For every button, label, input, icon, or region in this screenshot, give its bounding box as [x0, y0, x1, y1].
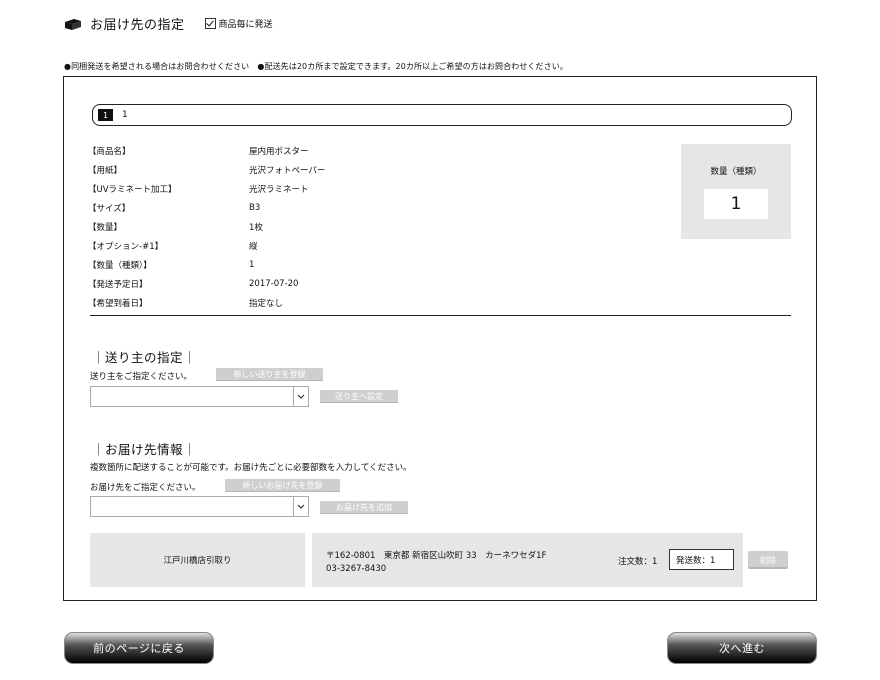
page-title: お届け先の指定 — [90, 18, 185, 33]
delivery-address: 〒162-0801 東京都 新宿区山吹町 33 カーネワセダ1F — [326, 551, 547, 561]
destination-select[interactable] — [90, 496, 309, 517]
detail-value: 1 — [249, 259, 255, 270]
pager-current-page[interactable]: 1 — [98, 109, 113, 121]
chevron-down-icon[interactable] — [293, 497, 308, 516]
pickup-location: 江戸川橋店引取り — [90, 533, 305, 587]
quantity-types-box: 数量（種類） 1 — [681, 144, 791, 239]
product-details: 【商品名】 屋内用ポスター 【用紙】 光沢フォトペーパー 【UVラミネート加工】 光沢… — [88, 141, 325, 312]
detail-label: 【発送予定日】 — [88, 279, 148, 290]
detail-value: 光沢ラミネート — [249, 184, 309, 195]
detail-row: 【発送予定日】 2017-07-20 — [88, 274, 325, 293]
register-sender-button[interactable]: 新しい送り主を登録 — [216, 368, 323, 381]
ship-each-label: 商品毎に発送 — [218, 20, 273, 30]
detail-value: 屋内用ポスター — [249, 146, 309, 157]
delivery-phone: 03-3267-8430 — [326, 564, 387, 574]
ship-each-checkbox[interactable] — [204, 18, 216, 29]
order-quantity: 注文数：1 — [618, 557, 658, 567]
detail-label: 【商品名】 — [88, 146, 131, 157]
detail-value: 1枚 — [249, 222, 263, 233]
detail-label: 【オプション-#1】 — [88, 241, 164, 252]
delete-destination-button[interactable]: 削除 — [748, 551, 788, 569]
box-icon — [64, 18, 82, 30]
shipping-notice: ●同梱発送を希望される場合はお問合わせください ●配送先は20カ所まで設定できま… — [64, 62, 568, 71]
detail-row: 【商品名】 屋内用ポスター — [88, 141, 325, 160]
destination-description: 複数箇所に配送することが可能です。お届け先ごとに必要部数を入力してください。 — [90, 463, 412, 473]
detail-label: 【用紙】 — [88, 165, 123, 176]
detail-value: 指定なし — [249, 298, 284, 309]
detail-row: 【用紙】 光沢フォトペーパー — [88, 160, 325, 179]
sender-select[interactable] — [90, 386, 309, 407]
sender-prompt: 送り主をご指定ください。 — [90, 372, 193, 382]
detail-value: 光沢フォトペーパー — [249, 165, 326, 176]
ship-quantity-input[interactable]: 発送数：1 — [669, 549, 734, 570]
quantity-types-label: 数量（種類） — [710, 167, 762, 177]
detail-value: 縦 — [249, 241, 258, 252]
detail-label: 【数量（種類）】 — [88, 260, 152, 271]
detail-label: 【サイズ】 — [88, 203, 131, 214]
ship-each-checkbox-label[interactable]: 商品毎に発送 — [204, 17, 273, 30]
detail-row: 【数量】 1枚 — [88, 217, 325, 236]
page-header: お届け先の指定 商品毎に発送 — [64, 14, 273, 33]
sender-heading: ｜送り主の指定｜ — [92, 350, 197, 365]
next-button[interactable]: 次へ進む — [667, 632, 817, 664]
destination-heading: ｜お届け先情報｜ — [92, 442, 197, 457]
detail-label: 【希望到着日】 — [88, 298, 148, 309]
shipping-panel: 1 1 【商品名】 屋内用ポスター 【用紙】 光沢フォトペーパー 【UVラミネート加… — [63, 76, 817, 601]
detail-label: 【UVラミネート加工】 — [88, 184, 177, 195]
detail-row: 【UVラミネート加工】 光沢ラミネート — [88, 179, 325, 198]
set-sender-button[interactable]: 送り主へ設定 — [320, 390, 398, 403]
register-destination-button[interactable]: 新しいお届け先を登録 — [225, 479, 340, 492]
delivery-address-row: 〒162-0801 東京都 新宿区山吹町 33 カーネワセダ1F 03-3267… — [312, 533, 743, 587]
detail-row: 【希望到着日】 指定なし — [88, 293, 325, 312]
section-divider — [90, 315, 791, 316]
quantity-types-value: 1 — [704, 189, 768, 219]
detail-row: 【オプション-#1】 縦 — [88, 236, 325, 255]
detail-row: 【サイズ】 B3 — [88, 198, 325, 217]
back-button[interactable]: 前のページに戻る — [64, 632, 214, 664]
destination-prompt: お届け先をご指定ください。 — [90, 483, 201, 493]
add-destination-button[interactable]: お届け先を追加 — [320, 501, 408, 514]
detail-label: 【数量】 — [88, 222, 123, 233]
detail-row: 【数量（種類）】 1 — [88, 255, 325, 274]
detail-value: 2017-07-20 — [249, 278, 299, 289]
item-pager: 1 1 — [92, 104, 792, 126]
chevron-down-icon[interactable] — [293, 387, 308, 406]
pager-label: 1 — [122, 110, 128, 120]
detail-value: B3 — [249, 202, 261, 213]
